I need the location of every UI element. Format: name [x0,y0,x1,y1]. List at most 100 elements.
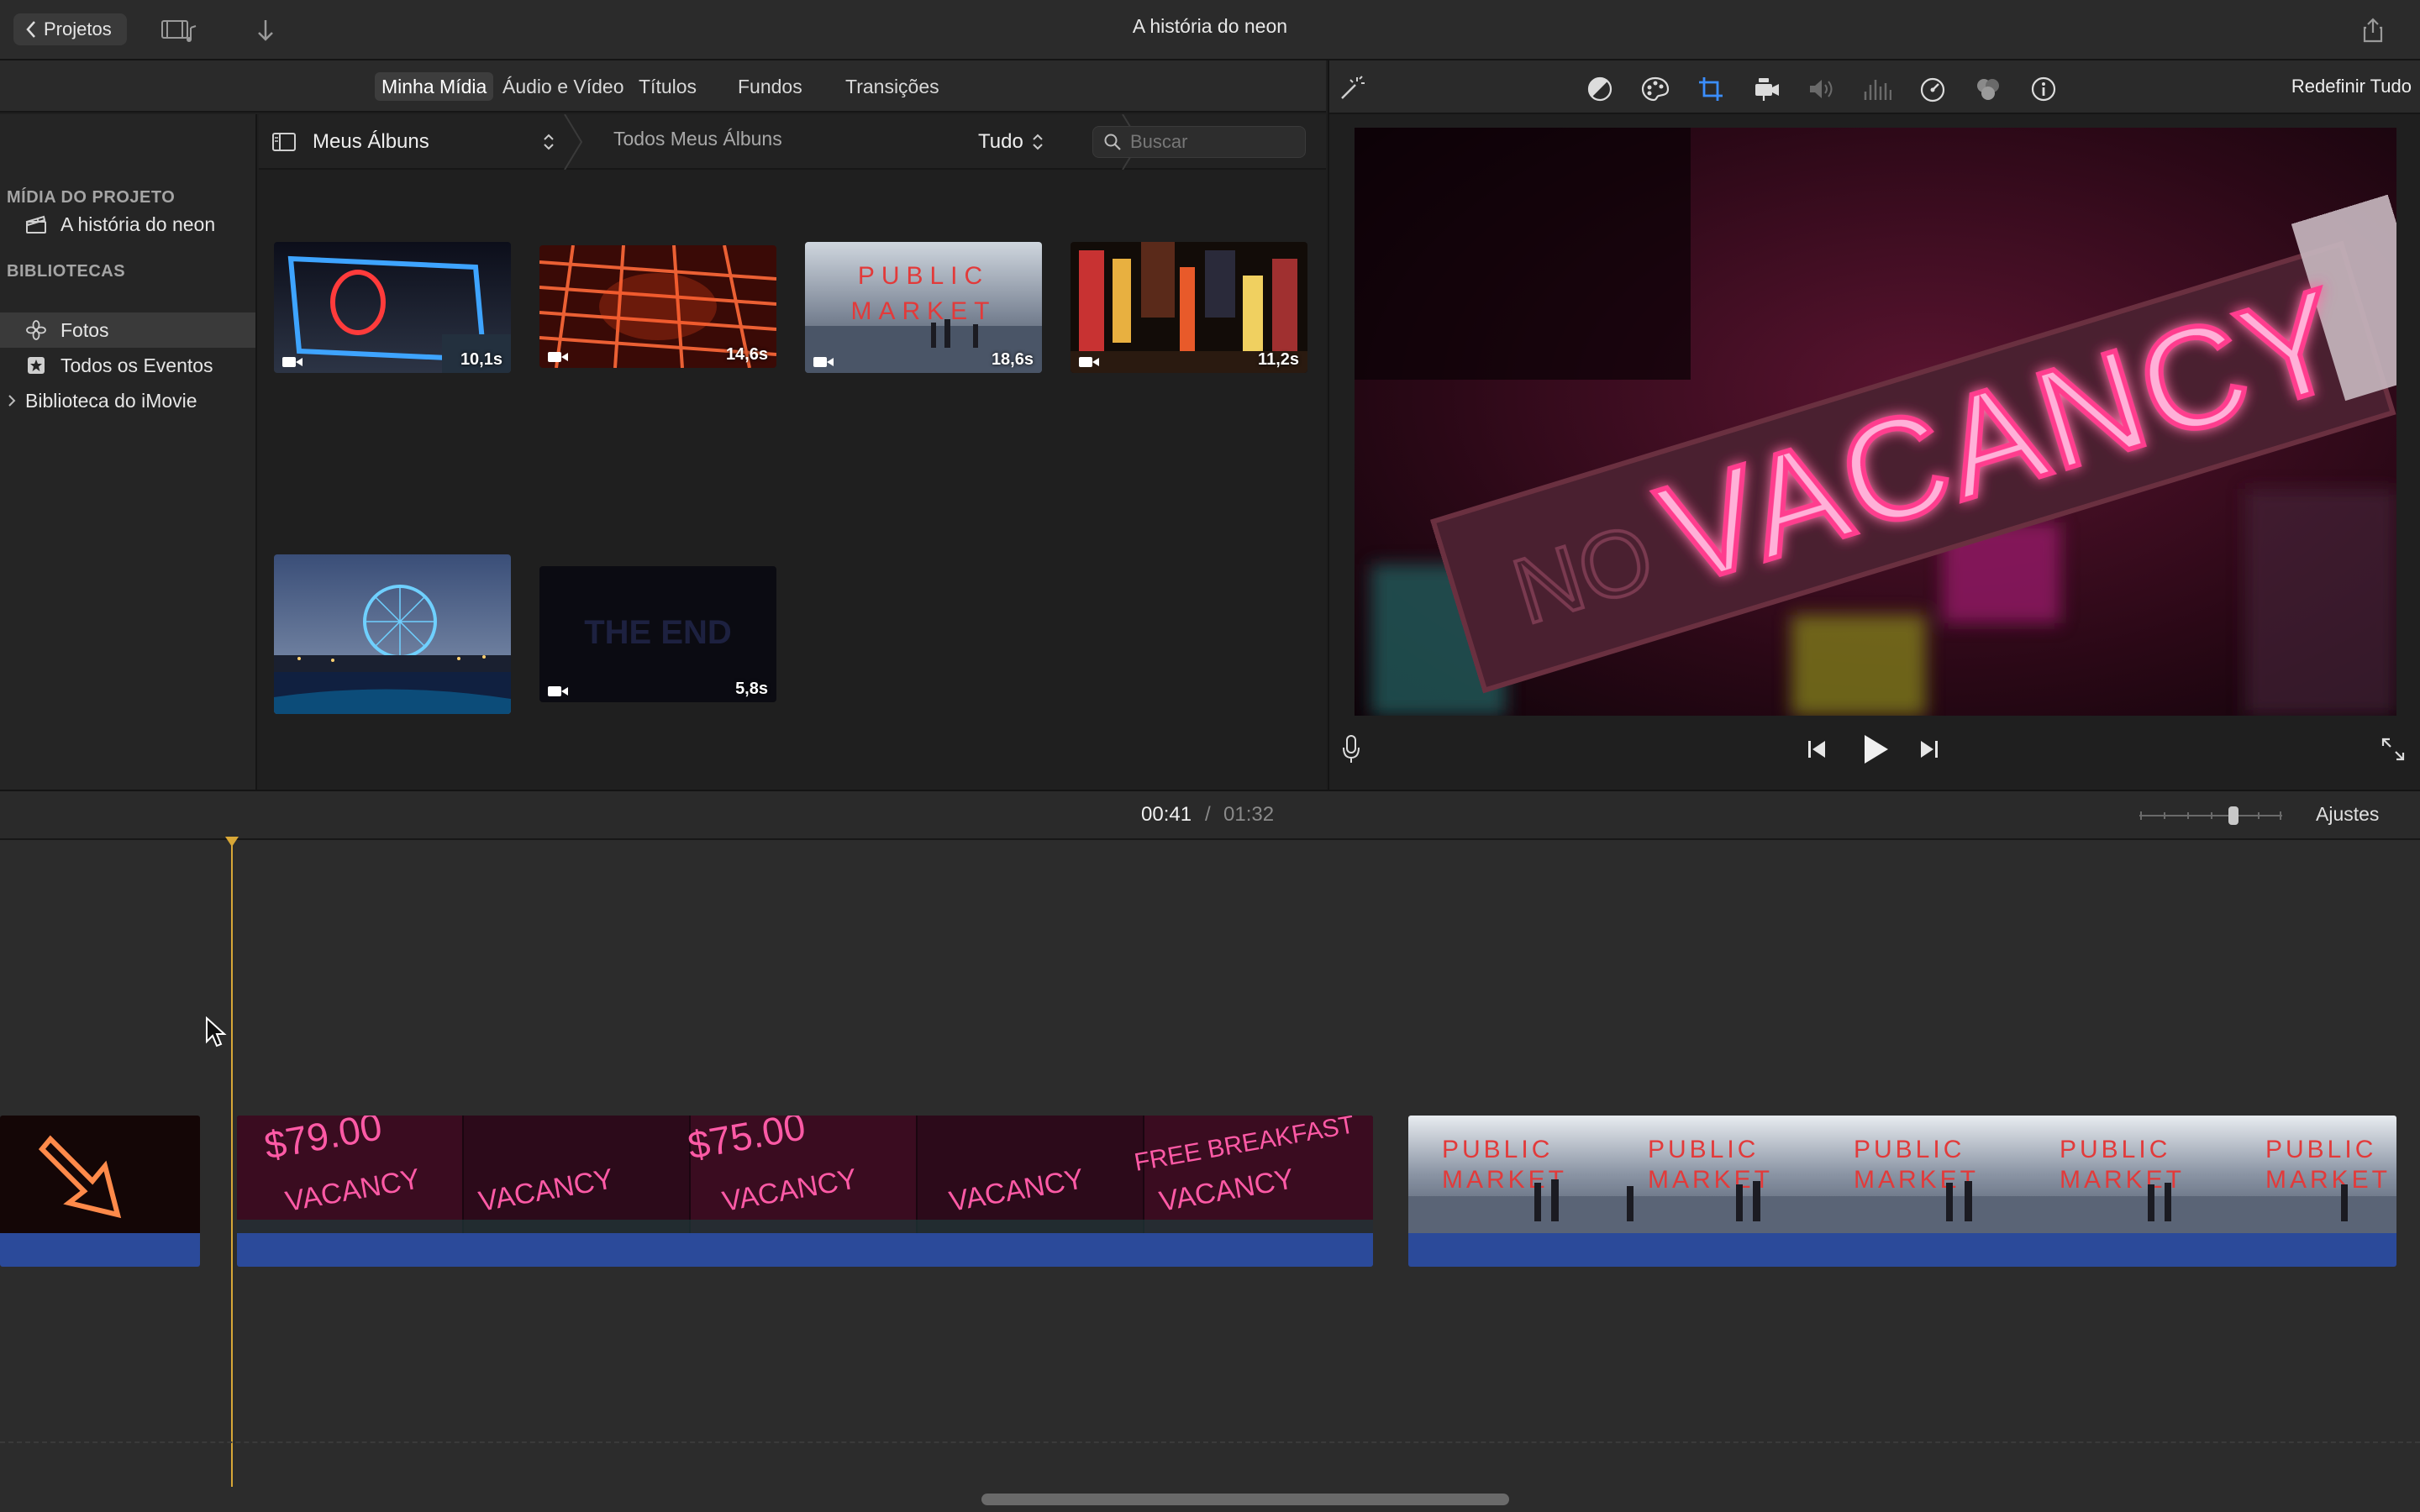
mouse-pointer-icon [206,1016,227,1047]
project-media-header: MÍDIA DO PROJETO [7,188,176,207]
magic-wand-icon[interactable] [1334,72,1368,106]
filter-select[interactable]: Tudo [978,128,1044,156]
fullscreen-icon[interactable] [2373,729,2413,769]
disclosure-chevron-icon[interactable] [5,388,18,413]
search-field[interactable] [1092,126,1306,158]
viewer-toolbar: Redefinir Tudo [1329,60,2420,114]
updown-chevron-icon [1032,133,1044,151]
clip-image [274,554,511,714]
public-text: PUBLIC [1854,1136,1965,1163]
search-input[interactable] [1130,131,1290,153]
video-camera-icon [813,357,834,367]
public-text: PUBLIC [858,262,989,290]
sidebar-toggle-icon[interactable] [272,133,299,151]
info-icon[interactable] [2027,72,2060,106]
clip-duration: 5,8s [735,680,768,698]
timeline[interactable]: $79.00 VACANCY VACANCY $75.00 VACANCY VA… [0,837,2420,1512]
sidebar-item-biblioteca-imovie[interactable]: Biblioteca do iMovie [0,383,255,418]
media-clip-thumbnail[interactable]: PUBLIC MARKET 18,6s [805,242,1042,373]
timecode-separator: / [1205,803,1211,826]
tab-audio-video[interactable]: Áudio e Vídeo [496,72,631,101]
market-text: MARKET [1442,1166,1567,1194]
color-balance-icon[interactable] [1583,72,1617,106]
filter-select-label: Tudo [978,130,1023,153]
preview-frame: NO VACANCY [1355,128,2396,716]
video-camera-icon [548,686,568,696]
timeline-divider [0,1441,2420,1443]
sidebar-item-label: Todos os Eventos [60,354,213,376]
media-clip-thumbnail[interactable] [274,554,511,714]
photos-flower-icon [24,318,49,343]
tab-minha-midia[interactable]: Minha Mídia [375,72,494,101]
timeline-clip[interactable] [0,1116,200,1267]
media-clip-thumbnail[interactable]: 14,6s [539,245,776,368]
sidebar-item-fotos[interactable]: Fotos [0,312,255,348]
reset-all-button[interactable]: Redefinir Tudo [2291,76,2412,97]
media-clip-thumbnail[interactable]: 10,1s [274,242,511,373]
share-icon[interactable] [2353,13,2393,47]
breadcrumb: Todos Meus Álbuns [573,114,1141,170]
star-event-icon [24,353,49,378]
speed-icon[interactable] [1916,72,1949,106]
media-clip-thumbnail[interactable]: THE END 5,8s [539,566,776,702]
media-browser: Minha Mídia Áudio e Vídeo Títulos Fundos… [0,60,1326,790]
settings-button[interactable]: Ajustes [2316,803,2379,826]
total-duration: 01:32 [1223,803,1275,826]
public-text: PUBLIC [2060,1136,2170,1163]
breadcrumb-item[interactable]: Todos Meus Álbuns [613,128,782,150]
playhead[interactable] [225,837,239,1487]
public-text: PUBLIC [1648,1136,1759,1163]
market-text: MARKET [1854,1166,1979,1194]
public-text: PUBLIC [1442,1136,1553,1163]
clapperboard-icon [24,212,49,237]
media-clip-thumbnail[interactable]: 11,2s [1071,242,1307,373]
market-text: MARKET [2265,1166,2391,1194]
video-preview[interactable]: NO VACANCY [1355,128,2396,716]
sidebar-item-todos-eventos[interactable]: Todos os Eventos [0,348,255,383]
skip-forward-icon[interactable] [1909,729,1949,769]
video-camera-icon [548,352,568,362]
title-bar: Projetos A história do neon [0,0,2420,60]
skip-back-icon[interactable] [1797,729,1837,769]
clip-duration: 11,2s [1258,350,1299,369]
album-select-label: Meus Álbuns [313,130,429,153]
search-icon [1103,133,1122,151]
timeline-clip[interactable]: $79.00 VACANCY VACANCY $75.00 VACANCY VA… [237,1116,1373,1267]
sidebar-item-label: Biblioteca do iMovie [25,389,197,412]
volume-icon[interactable] [1805,72,1839,106]
viewer-panel: Redefinir Tudo NO VACANCY [1328,60,2420,790]
browser-toolbar: Meus Álbuns Todos Meus Álbuns Tudo [259,114,1326,170]
market-text: MARKET [850,297,996,325]
tab-fundos[interactable]: Fundos [731,72,809,101]
album-select[interactable]: Meus Álbuns [259,114,573,170]
library-sidebar: MÍDIA DO PROJETO A história do neon BIBL… [0,114,257,790]
play-icon[interactable] [1852,726,1899,773]
crop-icon[interactable] [1694,72,1728,106]
clip-audio-bar [0,1233,200,1267]
public-text: PUBLIC [2265,1136,2376,1163]
clip-duration: 18,6s [991,350,1034,369]
zoom-slider[interactable] [2139,803,2282,828]
clip-audio-bar [1408,1233,2396,1267]
sidebar-item-label: A história do neon [60,213,216,235]
libraries-header: BIBLIOTECAS [7,262,126,281]
clip-duration: 10,1s [460,350,502,369]
tab-titulos[interactable]: Títulos [632,72,703,101]
microphone-icon[interactable] [1331,729,1371,769]
clip-audio-bar [237,1233,1373,1267]
horizontal-scrollbar[interactable] [981,1494,1509,1505]
the-end-text: THE END [584,614,732,651]
clip-filter-icon[interactable] [1971,72,2005,106]
sidebar-item-project[interactable]: A história do neon [0,207,255,242]
color-correction-icon[interactable] [1639,72,1672,106]
stabilization-icon[interactable] [1749,72,1783,106]
sidebar-item-label: Fotos [60,318,109,341]
clip-duration: 14,6s [725,345,768,364]
window-title: A história do neon [1132,15,1288,37]
timeline-header: 00:41 / 01:32 Ajustes [0,790,2420,840]
current-timecode: 00:41 [1141,803,1192,826]
noise-reduction-icon[interactable] [1860,72,1894,106]
video-camera-icon [282,357,302,367]
timeline-clip[interactable]: PUBLIC MARKET PUBLIC MARKET PUBLIC MARKE… [1408,1116,2396,1267]
tab-transicoes[interactable]: Transições [839,72,946,101]
